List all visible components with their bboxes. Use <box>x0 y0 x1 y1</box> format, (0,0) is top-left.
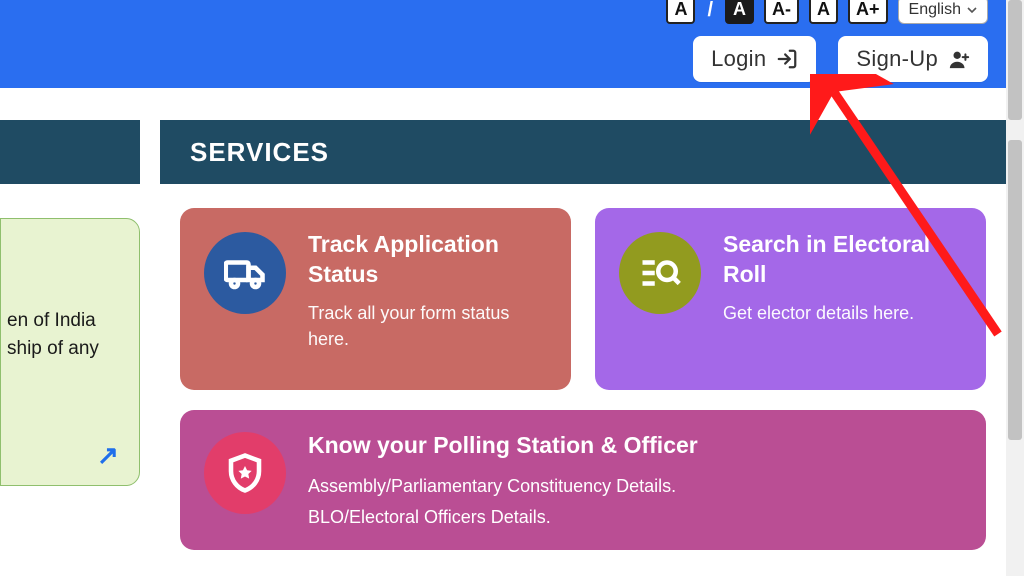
search-list-icon <box>619 232 701 314</box>
user-plus-icon <box>948 48 970 70</box>
spacer <box>0 88 1006 120</box>
font-increase-button[interactable]: A+ <box>848 0 888 24</box>
services-content: Track Application Status Track all your … <box>160 184 1006 576</box>
search-electoral-card[interactable]: Search in Electoral Roll Get elector det… <box>595 208 986 390</box>
card-desc: Get elector details here. <box>723 300 962 326</box>
shield-star-icon <box>204 432 286 514</box>
login-label: Login <box>711 46 766 72</box>
polling-station-card[interactable]: Know your Polling Station & Officer Asse… <box>180 410 986 550</box>
services-heading-bar: SERVICES <box>160 120 1006 184</box>
language-label: English <box>909 1 961 19</box>
signup-label: Sign-Up <box>856 46 938 72</box>
chevron-down-icon <box>967 5 977 15</box>
contrast-dark-button[interactable]: A <box>725 0 754 24</box>
vertical-scrollbar[interactable] <box>1006 0 1024 576</box>
track-application-card[interactable]: Track Application Status Track all your … <box>180 208 571 390</box>
card-desc-line: Assembly/Parliamentary Constituency Deta… <box>308 471 698 502</box>
contrast-light-button[interactable]: A <box>666 0 695 24</box>
partial-text-line: ship of any <box>7 335 129 363</box>
card-desc-line: BLO/Electoral Officers Details. <box>308 502 698 533</box>
partial-text-line: en of India <box>7 307 129 335</box>
font-decrease-button[interactable]: A- <box>764 0 799 24</box>
truck-icon <box>204 232 286 314</box>
card-desc: Track all your form status here. <box>308 300 547 352</box>
card-title: Track Application Status <box>308 230 547 290</box>
signup-button[interactable]: Sign-Up <box>838 36 988 82</box>
login-button[interactable]: Login <box>693 36 816 82</box>
scrollbar-thumb[interactable] <box>1008 140 1022 440</box>
font-normal-button[interactable]: A <box>809 0 838 24</box>
top-banner: A / A A- A A+ English Login Sign-Up <box>0 0 1006 88</box>
card-title: Search in Electoral Roll <box>723 230 962 290</box>
language-select[interactable]: English <box>898 0 988 24</box>
left-partial-card[interactable]: en of India ship of any ↗ <box>0 218 140 486</box>
services-heading: SERVICES <box>190 137 329 168</box>
auth-row: Login Sign-Up <box>693 36 988 82</box>
external-link-icon[interactable]: ↗ <box>97 440 119 471</box>
login-icon <box>776 48 798 70</box>
scrollbar-thumb[interactable] <box>1008 0 1022 120</box>
left-header-fragment <box>0 120 140 184</box>
card-title: Know your Polling Station & Officer <box>308 432 698 459</box>
separator: / <box>705 0 715 22</box>
accessibility-row: A / A A- A A+ English <box>666 0 988 24</box>
